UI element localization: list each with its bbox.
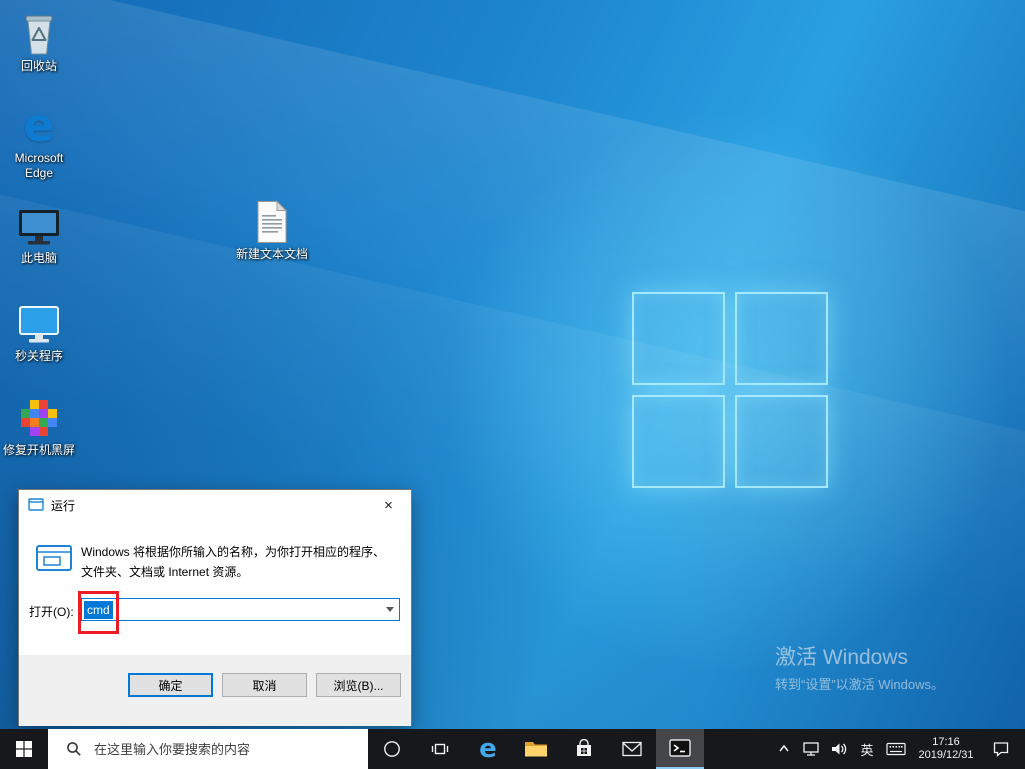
speaker-icon	[832, 743, 847, 755]
search-input[interactable]	[92, 740, 342, 758]
taskbar-search-box[interactable]	[48, 729, 368, 769]
chevron-up-icon	[779, 744, 789, 752]
run-dialog: 运行 × Windows 将根据你所输入的名称，为你打开相应的程序、 文件夹、文…	[18, 489, 412, 726]
windows-logo-pane	[735, 395, 828, 488]
windows-logo-pane	[632, 395, 725, 488]
icon-label: 修复开机黑屏	[2, 443, 75, 457]
mail-icon	[622, 741, 642, 757]
cortana-button[interactable]	[368, 729, 416, 769]
mosaic-icon	[21, 400, 57, 436]
system-tray: 英 17:16 2019/12/31	[771, 729, 1025, 769]
icon-label: Microsoft Edge	[14, 151, 64, 180]
windows-start-icon	[16, 741, 32, 757]
taskbar: e	[0, 729, 1025, 769]
close-icon[interactable]: ×	[366, 490, 411, 519]
text-document-icon	[257, 200, 288, 243]
combobox-dropdown-button[interactable]	[380, 599, 399, 620]
activation-watermark: 激活 Windows 转到“设置”以激活 Windows。	[775, 645, 944, 694]
run-dialog-body-icon	[36, 545, 72, 571]
app-window-icon	[19, 306, 59, 343]
description-line1: Windows 将根据你所输入的名称，为你打开相应的程序、	[81, 545, 386, 559]
open-field-label: 打开(O):	[29, 605, 74, 619]
command-prompt-icon	[669, 739, 691, 757]
action-center-button[interactable]	[981, 729, 1021, 769]
cancel-button[interactable]: 取消	[222, 673, 307, 697]
clock-time: 17:16	[932, 736, 960, 748]
this-pc-icon	[19, 210, 59, 245]
icon-label: 此电脑	[20, 251, 57, 265]
mail-button[interactable]	[608, 729, 656, 769]
edge-icon: e	[23, 98, 55, 152]
start-button[interactable]	[0, 729, 48, 769]
run-dialog-titlebar[interactable]: 运行	[19, 490, 411, 520]
icon-label: 秒关程序	[14, 349, 63, 363]
cortana-icon	[384, 741, 400, 757]
command-prompt-button[interactable]	[656, 729, 704, 769]
dialog-title: 运行	[51, 498, 76, 513]
windows-logo-pane	[632, 292, 725, 385]
icon-label: 新建文本文档	[235, 247, 308, 261]
task-view-button[interactable]	[416, 729, 464, 769]
activation-line2: 转到“设置”以激活 Windows。	[775, 677, 945, 692]
search-icon	[67, 742, 81, 756]
file-explorer-button[interactable]	[512, 729, 560, 769]
chevron-down-icon	[385, 607, 394, 612]
clock-date: 2019/12/31	[918, 749, 974, 761]
tray-overflow-button[interactable]	[771, 729, 797, 769]
desktop-icon-recycle-bin[interactable]: 回收站	[0, 10, 78, 74]
ime-button[interactable]	[881, 729, 911, 769]
description-line2: 文件夹、文档或 Internet 资源。	[81, 565, 249, 579]
language-indicator[interactable]: 英	[853, 729, 881, 769]
recycle-bin-icon	[25, 15, 53, 55]
run-dialog-icon	[28, 498, 44, 511]
run-open-combobox[interactable]: cmd	[81, 598, 400, 621]
ok-button[interactable]: 确定	[128, 673, 213, 697]
desktop-icon-new-text-doc[interactable]: 新建文本文档	[233, 200, 311, 262]
ime-keyboard-icon	[886, 742, 906, 756]
wallpaper-light-ray	[0, 0, 1025, 512]
file-explorer-icon	[525, 742, 547, 757]
run-dialog-description: Windows 将根据你所输入的名称，为你打开相应的程序、 文件夹、文档或 In…	[81, 542, 385, 582]
desktop-icon-this-pc[interactable]: 此电脑	[0, 206, 78, 266]
action-center-icon	[993, 742, 1009, 757]
wallpaper-windows-logo	[632, 292, 828, 488]
edge-icon: e	[479, 734, 497, 764]
run-input-value[interactable]: cmd	[84, 600, 113, 619]
network-button[interactable]	[797, 729, 825, 769]
store-icon	[577, 739, 591, 756]
windows-logo-pane	[735, 292, 828, 385]
volume-button[interactable]	[825, 729, 853, 769]
desktop-icon-quick-close[interactable]: 秒关程序	[0, 304, 78, 364]
taskbar-edge-button[interactable]: e	[464, 729, 512, 769]
icon-label: 回收站	[20, 59, 57, 73]
network-icon	[803, 742, 819, 756]
store-button[interactable]	[560, 729, 608, 769]
desktop: 回收站 e Microsoft Edge 此电脑 秒关程序 修复开机黑屏 新建文…	[0, 0, 1025, 769]
desktop-icon-edge[interactable]: e Microsoft Edge	[0, 102, 78, 181]
activation-line1: 激活 Windows	[775, 646, 909, 669]
desktop-icon-fix-black-screen[interactable]: 修复开机黑屏	[0, 398, 78, 458]
browse-button[interactable]: 浏览(B)...	[316, 673, 401, 697]
clock[interactable]: 17:16 2019/12/31	[911, 729, 981, 769]
task-view-icon	[431, 743, 449, 755]
